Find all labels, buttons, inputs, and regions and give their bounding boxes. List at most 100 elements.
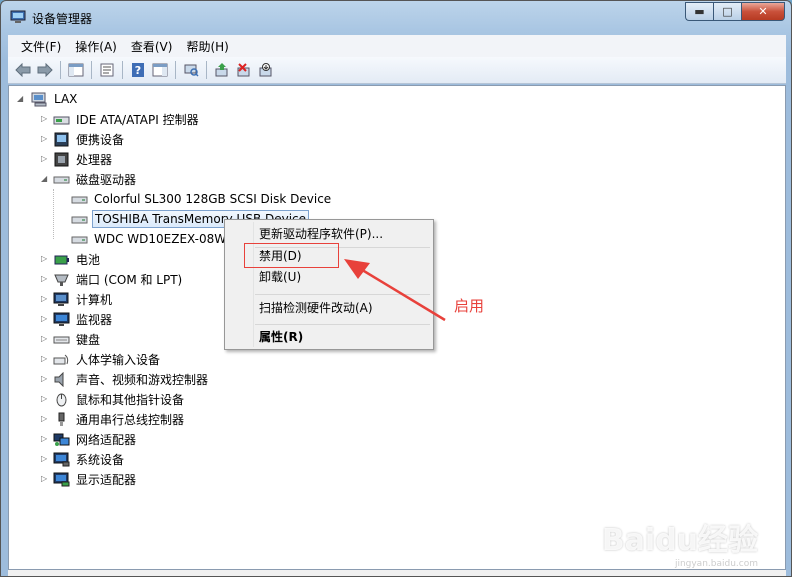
disable-button[interactable] (255, 59, 277, 81)
toolbar: ? (8, 57, 786, 84)
collapse-arrow-icon[interactable]: ◢ (17, 95, 25, 103)
tree-node-display[interactable]: ▷ 显示适配器 (39, 469, 138, 489)
expand-arrow-icon[interactable]: ▷ (41, 255, 49, 263)
menu-file[interactable]: 文件(F) (14, 38, 68, 55)
toolbar-separator (175, 61, 176, 79)
computer-root-icon (31, 92, 48, 107)
expand-arrow-icon[interactable]: ▷ (41, 415, 49, 423)
usb-icon (53, 412, 70, 427)
show-action-pane-button[interactable] (149, 59, 171, 81)
maximize-icon: □ (722, 5, 733, 18)
forward-button[interactable] (34, 59, 56, 81)
tree-node-ports[interactable]: ▷ 端口 (COM 和 LPT) (39, 269, 184, 289)
show-hide-tree-button[interactable] (65, 59, 87, 81)
menu-bar: 文件(F) 操作(A) 查看(V) 帮助(H) (8, 35, 786, 57)
port-icon (53, 272, 70, 287)
expand-arrow-icon[interactable]: ▷ (41, 295, 49, 303)
disk-drive-icon (71, 232, 88, 247)
uninstall-button[interactable] (233, 59, 255, 81)
menu-item-uninstall[interactable]: 卸载(U) (259, 266, 301, 288)
expand-arrow-icon[interactable]: ▷ (41, 275, 49, 283)
tree-node-label: 便携设备 (76, 132, 125, 147)
window-controls: ▬ □ ✕ (685, 2, 785, 21)
expand-arrow-icon[interactable]: ▷ (41, 155, 49, 163)
tree-node-label: 鼠标和其他指针设备 (76, 392, 185, 407)
tree-node-label: 通用串行总线控制器 (76, 412, 185, 427)
expand-arrow-icon[interactable]: ▷ (41, 355, 49, 363)
tree-guide-line (53, 189, 54, 239)
watermark-suffix: 经验 (698, 523, 758, 558)
tree-node-network[interactable]: ▷ 网络适配器 (39, 429, 138, 449)
svg-text:?: ? (135, 64, 141, 77)
collapse-arrow-icon[interactable]: ◢ (41, 175, 49, 183)
device-manager-app-icon (10, 10, 26, 23)
tree-node-sound[interactable]: ▷ 声音、视频和游戏控制器 (39, 369, 210, 389)
minimize-button[interactable]: ▬ (685, 2, 713, 21)
tree-node-label: IDE ATA/ATAPI 控制器 (76, 112, 199, 127)
battery-icon (53, 252, 70, 267)
close-button[interactable]: ✕ (741, 2, 785, 21)
disk-drive-icon (71, 192, 88, 207)
tree-leaf-label: WDC WD10EZEX-08WN (94, 232, 236, 246)
tree-node-monitors[interactable]: ▷ 监视器 (39, 309, 114, 329)
tree-root[interactable]: ◢ LAX (17, 89, 79, 109)
scan-hardware-button[interactable] (180, 59, 202, 81)
keyboard-icon (53, 332, 70, 347)
annotation-label: 启用 (454, 297, 485, 315)
expand-arrow-icon[interactable]: ▷ (41, 135, 49, 143)
tree-node-label: 网络适配器 (76, 432, 137, 447)
tree-node-system[interactable]: ▷ 系统设备 (39, 449, 126, 469)
expand-arrow-icon[interactable]: ▷ (41, 315, 49, 323)
close-icon: ✕ (758, 5, 768, 18)
properties-icon (100, 63, 114, 77)
ide-controller-icon (53, 112, 70, 127)
menu-help[interactable]: 帮助(H) (179, 38, 235, 55)
expand-arrow-icon[interactable]: ▷ (41, 435, 49, 443)
context-menu-gutter (253, 222, 254, 347)
tree-node-ide[interactable]: ▷ IDE ATA/ATAPI 控制器 (39, 109, 201, 129)
annotation-arrow-icon (344, 259, 446, 322)
toolbar-separator (122, 61, 123, 79)
back-button[interactable] (12, 59, 34, 81)
tree-node-battery[interactable]: ▷ 电池 (39, 249, 102, 269)
tree-leaf-disk[interactable]: WDC WD10EZEX-08WN (71, 229, 237, 249)
tree-node-label: 声音、视频和游戏控制器 (76, 372, 209, 387)
expand-arrow-icon[interactable]: ▷ (41, 375, 49, 383)
tree-node-label: 系统设备 (76, 452, 125, 467)
tree-node-portable[interactable]: ▷ 便携设备 (39, 129, 126, 149)
update-driver-icon (215, 63, 228, 77)
tree-node-usb[interactable]: ▷ 通用串行总线控制器 (39, 409, 186, 429)
toolbar-separator (206, 61, 207, 79)
mouse-icon (53, 392, 70, 407)
toolbar-separator (91, 61, 92, 79)
tree-node-hid[interactable]: ▷ 人体学输入设备 (39, 349, 162, 369)
expand-arrow-icon[interactable]: ▷ (41, 395, 49, 403)
tree-node-keyboards[interactable]: ▷ 键盘 (39, 329, 102, 349)
tree-node-label: 磁盘驱动器 (76, 172, 137, 187)
menu-action[interactable]: 操作(A) (68, 38, 124, 55)
tree-node-disk-drives[interactable]: ◢ 磁盘驱动器 (39, 169, 138, 189)
help-button[interactable]: ? (127, 59, 149, 81)
expand-arrow-icon[interactable]: ▷ (41, 475, 49, 483)
disk-drive-icon (71, 212, 88, 227)
title-bar[interactable]: 设备管理器 ▬ □ ✕ (1, 1, 791, 33)
properties-button[interactable] (96, 59, 118, 81)
tree-leaf-disk[interactable]: Colorful SL300 128GB SCSI Disk Device (71, 189, 333, 209)
watermark-url: jingyan.baidu.com (674, 559, 758, 569)
tree-node-label: 显示适配器 (76, 472, 137, 487)
menu-view[interactable]: 查看(V) (124, 38, 180, 55)
maximize-button[interactable]: □ (713, 2, 741, 21)
hid-icon (53, 352, 70, 367)
menu-item-properties[interactable]: 属性(R) (259, 326, 303, 348)
update-driver-button[interactable] (211, 59, 233, 81)
tree-node-processor[interactable]: ▷ 处理器 (39, 149, 114, 169)
watermark-paw: du (655, 523, 698, 558)
monitor-icon (53, 312, 70, 327)
expand-arrow-icon[interactable]: ▷ (41, 455, 49, 463)
menu-item-update-driver[interactable]: 更新驱动程序软件(P)... (259, 223, 383, 245)
expand-arrow-icon[interactable]: ▷ (41, 335, 49, 343)
expand-arrow-icon[interactable]: ▷ (41, 115, 49, 123)
display-adapter-icon (53, 472, 70, 487)
tree-node-mouse[interactable]: ▷ 鼠标和其他指针设备 (39, 389, 186, 409)
tree-node-computer[interactable]: ▷ 计算机 (39, 289, 114, 309)
